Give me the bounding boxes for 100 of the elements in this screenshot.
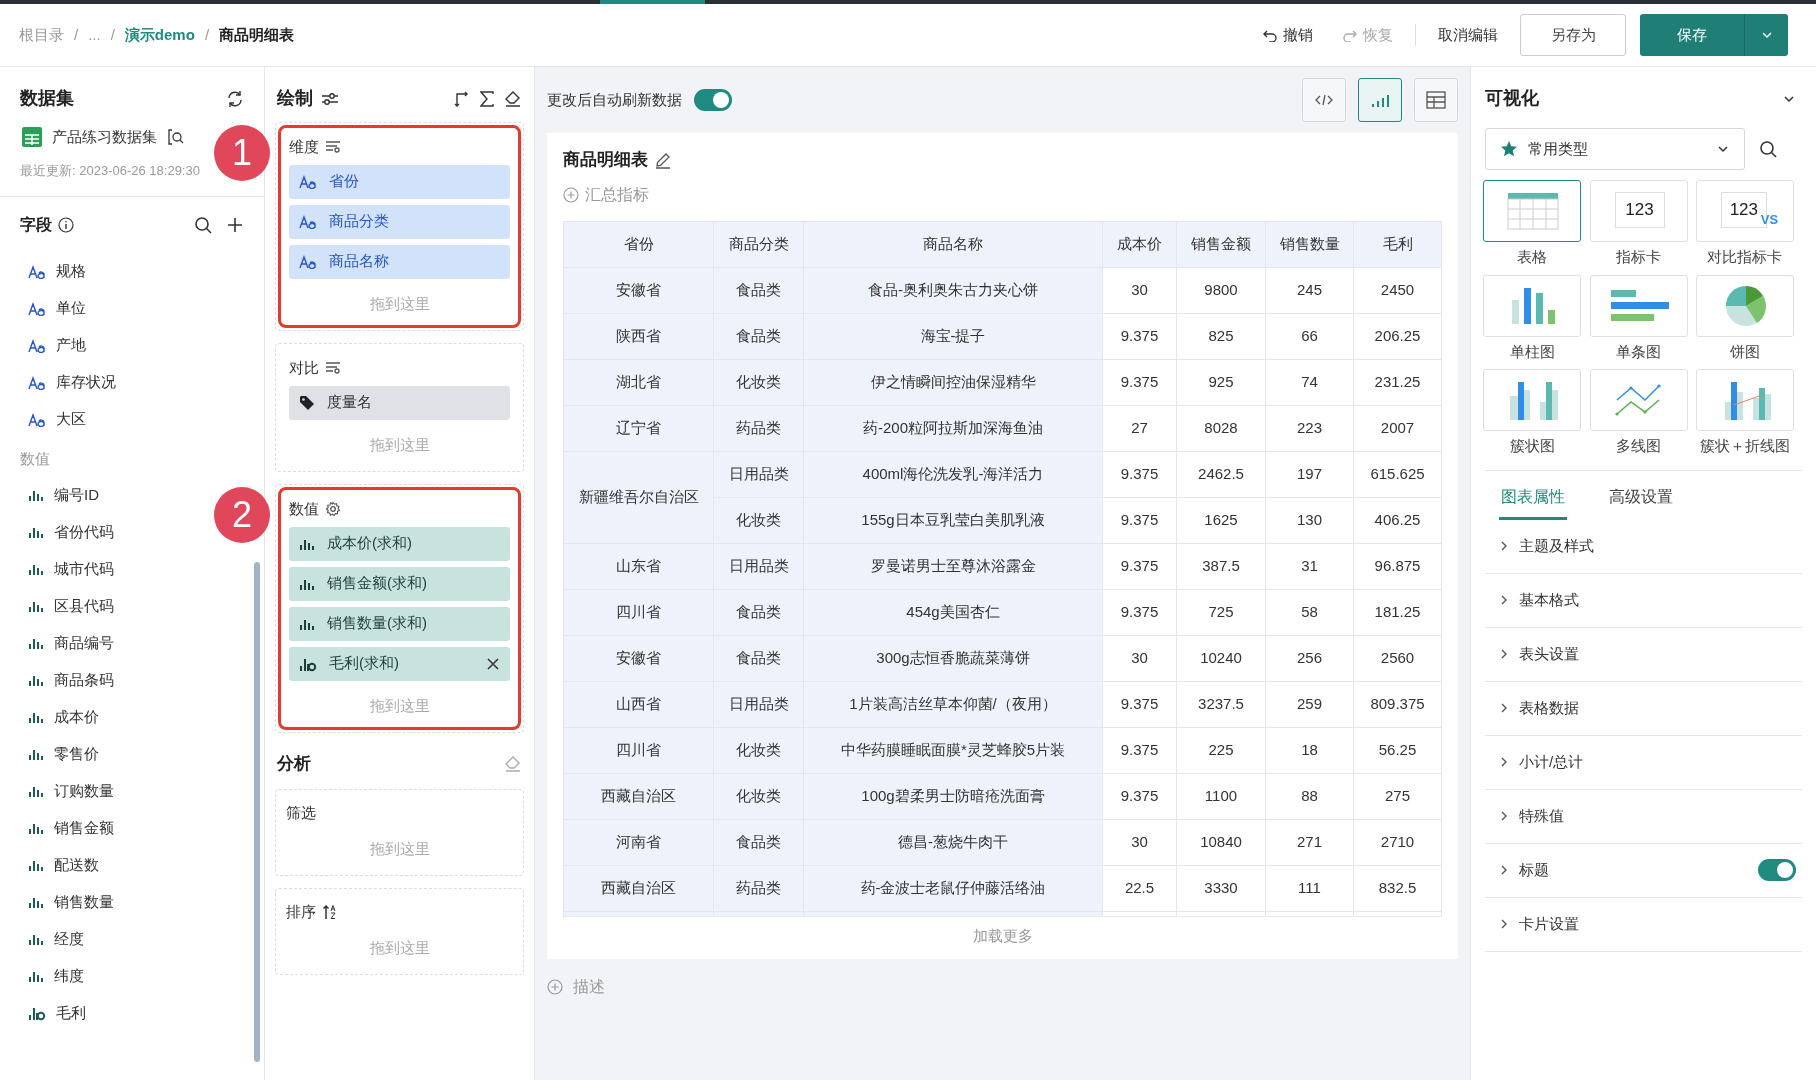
gear-icon[interactable] — [325, 501, 341, 518]
pivot-icon[interactable] — [454, 90, 470, 107]
sort-az-icon[interactable] — [322, 903, 338, 920]
field-pill[interactable]: 销售数量(求和) — [289, 606, 510, 641]
search-icon[interactable] — [1759, 140, 1777, 158]
table-cell: 245 — [1265, 267, 1354, 313]
bar-chart-icon — [28, 858, 44, 872]
refresh-icon[interactable] — [226, 89, 244, 108]
filter-lines-icon[interactable] — [325, 361, 341, 376]
section-title: 字段 — [20, 215, 52, 235]
sliders-icon[interactable] — [321, 90, 339, 107]
table-cell: 18 — [1265, 727, 1354, 773]
field-pill[interactable]: 商品名称 — [289, 244, 510, 279]
field-pill[interactable]: 商品分类 — [289, 204, 510, 239]
chart-type-option[interactable]: 123 — [1589, 180, 1688, 242]
table-cell: 化妆类 — [713, 727, 804, 773]
settings-section[interactable]: 主题及样式 — [1519, 534, 1796, 558]
settings-tab[interactable]: 高级设置 — [1607, 484, 1675, 520]
settings-section[interactable]: 标题 — [1519, 858, 1748, 882]
filter-lines-icon[interactable] — [325, 140, 341, 155]
settings-section[interactable]: 基本格式 — [1519, 588, 1796, 612]
field-item[interactable]: 销售金额 — [28, 809, 114, 847]
table-cell: 10840 — [1176, 819, 1266, 865]
table-cell: 454g美国杏仁 — [803, 589, 1103, 635]
table-cell: 825 — [1176, 313, 1266, 359]
field-item[interactable]: 编号ID — [28, 476, 99, 514]
table-cell: 30 — [1102, 267, 1177, 313]
bar-chart-icon — [28, 969, 44, 983]
field-item[interactable]: 规格 — [28, 253, 86, 290]
field-item[interactable]: 配送数 — [28, 846, 99, 884]
field-pill[interactable]: 毛利(求和) — [289, 646, 510, 681]
field-item[interactable]: 区县代码 — [28, 587, 114, 625]
chart-type-label: 单柱图 — [1509, 341, 1555, 362]
table-cell: 四川省 — [563, 727, 714, 773]
breadcrumb-link[interactable]: 商品明细表 — [219, 23, 295, 47]
field-item[interactable]: 纬度 — [28, 957, 84, 995]
field-item[interactable]: 销售数量 — [28, 883, 114, 921]
column-header[interactable]: 成本价 — [1102, 221, 1177, 267]
column-header[interactable]: 商品名称 — [803, 221, 1103, 267]
toggle-switch[interactable] — [1758, 859, 1796, 881]
save-as-button[interactable]: 另存为 — [1520, 14, 1626, 56]
scrollbar[interactable] — [254, 562, 260, 1062]
table-cell: 96.875 — [1353, 543, 1442, 589]
sigma-icon[interactable] — [480, 90, 494, 107]
field-item[interactable]: 城市代码 — [28, 550, 114, 588]
chart-type-label: 簇状＋折线图 — [1699, 436, 1790, 456]
table-cell: 2007 — [1353, 405, 1442, 451]
plus-icon[interactable] — [226, 216, 244, 234]
field-item[interactable]: 库存状况 — [28, 364, 116, 401]
bar-chart-icon — [28, 599, 44, 613]
search-icon[interactable] — [194, 216, 212, 234]
table-cell: 四川省 — [563, 589, 714, 635]
field-item[interactable]: 产地 — [28, 327, 86, 364]
column-header[interactable]: 毛利 — [1353, 221, 1442, 267]
step-badge: 1 — [214, 125, 270, 181]
table-cell: 辽宁省 — [563, 405, 714, 451]
field-item[interactable]: 成本价 — [28, 698, 99, 736]
table-icon — [1426, 91, 1446, 109]
chart-category-select[interactable]: 常用类型 — [1485, 128, 1745, 170]
field-item[interactable]: 零售价 — [28, 735, 99, 773]
field-pill[interactable]: 销售金额(求和) — [289, 566, 510, 601]
bar-gear-icon — [28, 1005, 46, 1021]
table-cell: 88 — [1265, 773, 1354, 819]
field-pill[interactable]: 成本价(求和) — [289, 526, 510, 561]
column-header[interactable]: 省份 — [563, 221, 714, 267]
star-icon — [1500, 140, 1518, 158]
settings-section[interactable]: 小计/总计 — [1519, 750, 1796, 774]
settings-section[interactable]: 表格数据 — [1519, 696, 1796, 720]
table-cell: 德昌-葱烧牛肉干 — [803, 819, 1103, 865]
preview-icon[interactable] — [167, 128, 185, 147]
table-cell: 9.375 — [1102, 681, 1177, 727]
settings-section[interactable]: 表头设置 — [1519, 642, 1796, 666]
field-item[interactable]: 单位 — [28, 290, 86, 327]
settings-section[interactable]: 卡片设置 — [1519, 912, 1796, 936]
undo-button[interactable]: 撤销 — [1255, 15, 1321, 55]
column-header[interactable]: 销售数量 — [1265, 221, 1354, 267]
view-button[interactable] — [1358, 78, 1402, 122]
breadcrumb-link[interactable]: 演示demo — [124, 23, 195, 47]
settings-tab[interactable]: 图表属性 — [1499, 484, 1567, 520]
toggle-switch[interactable] — [694, 89, 732, 111]
column-header[interactable]: 销售金额 — [1176, 221, 1266, 267]
field-item[interactable]: 商品编号 — [28, 624, 114, 662]
settings-section[interactable]: 特殊值 — [1519, 804, 1796, 828]
chevron-right-icon — [1499, 756, 1509, 768]
chart-type-option[interactable] — [1483, 180, 1582, 242]
field-item[interactable]: 大区 — [28, 401, 86, 438]
field-item[interactable]: 省份代码 — [28, 513, 114, 551]
eraser-icon[interactable] — [504, 89, 522, 108]
cancel-edit-button[interactable]: 取消编辑 — [1430, 15, 1506, 55]
field-pill[interactable]: 省份 — [289, 164, 510, 199]
field-pill[interactable]: 度量名 — [289, 385, 510, 420]
field-item[interactable]: 经度 — [28, 920, 84, 958]
table-cell: 山西省 — [563, 681, 714, 727]
table-cell: 9.375 — [1102, 313, 1177, 359]
close-icon[interactable] — [486, 656, 500, 671]
column-header[interactable]: 商品分类 — [713, 221, 804, 267]
field-item[interactable]: 商品条码 — [28, 661, 114, 699]
table-cell: 2560 — [1353, 635, 1442, 681]
field-item[interactable]: 毛利 — [28, 994, 86, 1032]
field-item[interactable]: 订购数量 — [28, 772, 114, 810]
